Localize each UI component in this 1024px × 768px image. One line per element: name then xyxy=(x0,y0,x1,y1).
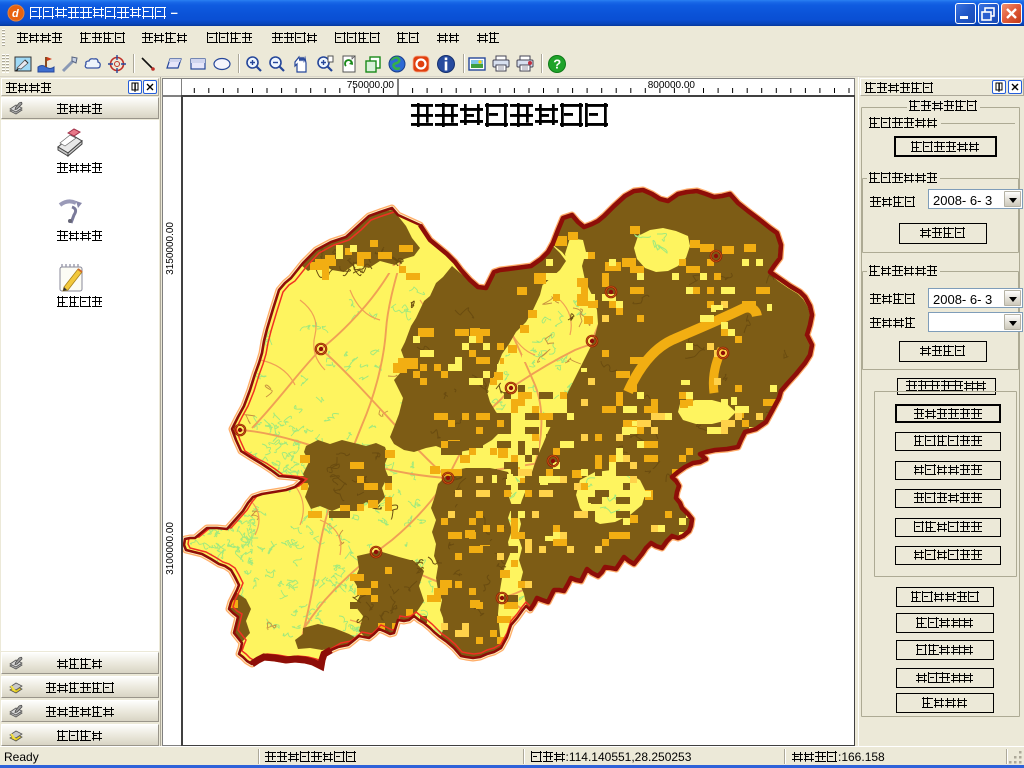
svg-text:d: d xyxy=(12,8,19,20)
svg-text:?: ? xyxy=(553,57,561,72)
